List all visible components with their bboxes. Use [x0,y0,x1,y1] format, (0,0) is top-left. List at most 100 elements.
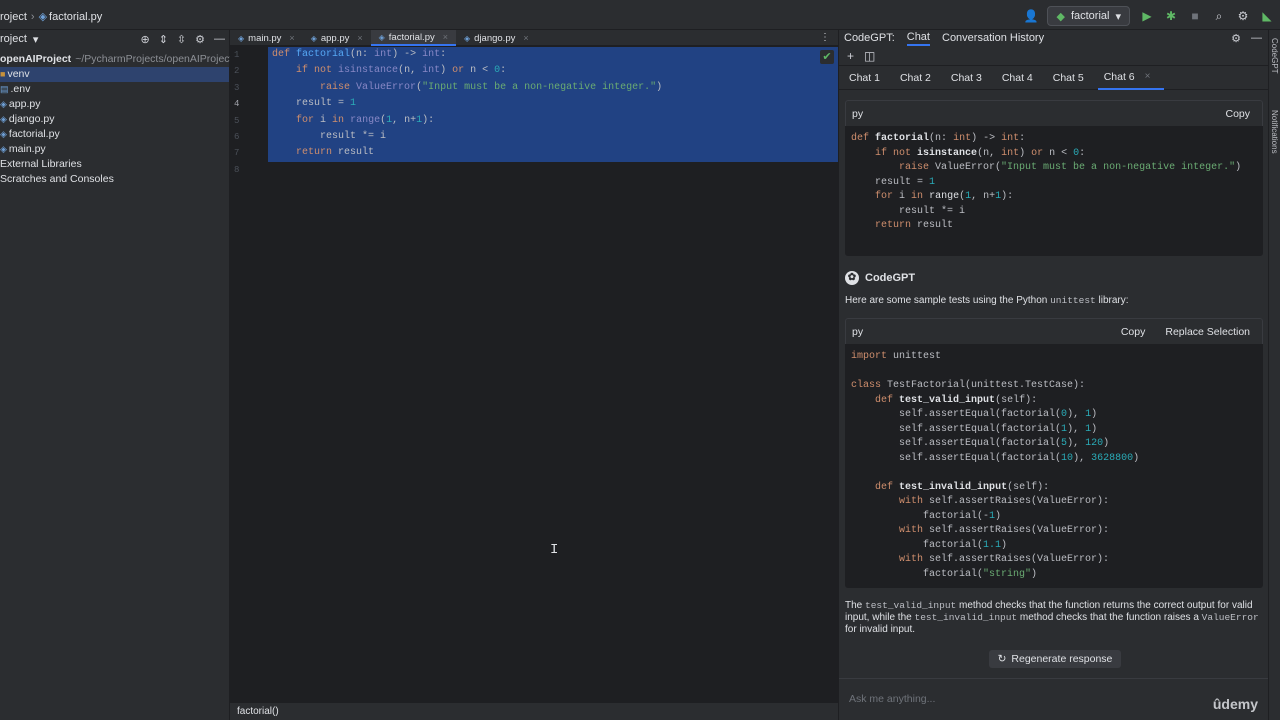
tree-item-label: django.py [8,113,55,125]
code-line: class TestFactorial(unittest.TestCase): [851,380,1086,391]
breadcrumb-project[interactable]: roject [0,11,27,23]
codegpt-toolbar: + ◫ [839,46,1268,66]
stop-icon[interactable]: ■ [1188,9,1202,23]
code-line: if not isinstance(n, int) or n < 0: [296,65,507,77]
project-tree: openAIProject ~/PycharmProjects/openAIPro… [0,52,232,187]
gear-icon[interactable]: ⚙ [1231,32,1241,45]
project-panel-title[interactable]: roject [0,33,27,45]
line-number: 5 [234,115,240,126]
search-icon[interactable]: ⌕ [1212,9,1226,24]
close-icon[interactable]: × [357,33,362,43]
breadcrumb-separator: › [30,11,35,23]
code-line: def factorial(n: int) -> int: [851,133,1026,144]
intro-text: Here are some sample tests using the Pyt… [845,295,1051,306]
tree-item-env[interactable]: ▤ .env [0,82,229,97]
codegpt-strip-button[interactable]: CodeGPT [1270,38,1279,74]
notifications-strip-button[interactable]: Notifications [1270,110,1279,154]
tree-item-project-root[interactable]: openAIProject ~/PycharmProjects/openAIPro… [0,52,232,67]
tab-main-py[interactable]: ◈ main.py × [230,30,303,46]
chat-tab-4[interactable]: Chat 4 [996,66,1047,90]
refresh-icon: ↻ [997,653,1007,665]
tab-app-py[interactable]: ◈ app.py × [303,30,371,46]
run-icon[interactable]: ▶ [1140,9,1154,23]
tree-item-main-py[interactable]: ◈ main.py [0,142,229,157]
chat-tab-3[interactable]: Chat 3 [945,66,996,90]
tree-item-django-py[interactable]: ◈ django.py [0,112,229,127]
tree-item-label: factorial.py [8,128,60,140]
tab-conversation-history[interactable]: Conversation History [942,32,1044,44]
chat-tab-label: Chat 1 [849,71,880,84]
assistant-intro-text: Here are some sample tests using the Pyt… [845,295,1265,307]
code-line: self.assertEqual(factorial(1), 1) [851,423,1098,435]
settings-icon[interactable]: ⚙ [1236,9,1250,23]
line-number: 2 [234,66,240,77]
editor-breadcrumb[interactable]: factorial() [230,702,838,720]
python-file-icon: ◈ [0,99,7,109]
close-icon[interactable]: × [289,33,294,43]
close-icon[interactable]: × [1145,65,1151,89]
text-cursor-icon: I [550,542,559,558]
inline-code: test_invalid_input [914,612,1018,623]
close-icon[interactable]: × [443,32,448,42]
codegpt-logo-icon: ✿ [845,271,859,285]
collapse-all-icon[interactable]: ⇳ [177,33,186,46]
add-icon[interactable]: + [847,49,854,63]
code-text-area[interactable]: def factorial(n: int) -> int: if not isi… [268,47,838,702]
editor-tabs: ◈ main.py × ◈ app.py × ◈ factorial.py × ◈ djang… [230,30,838,46]
line-number: 8 [234,164,240,175]
tab-factorial-py[interactable]: ◈ factorial.py × [370,30,456,46]
chat-tab-5[interactable]: Chat 5 [1047,66,1098,90]
debug-icon[interactable]: ✱ [1164,9,1178,23]
layout-icon[interactable]: ◫ [864,49,875,63]
tab-django-py[interactable]: ◈ django.py × [456,30,537,46]
tab-label: django.py [474,32,516,44]
python-file-icon: ◈ [38,11,48,23]
code-line: return result [875,220,954,231]
tree-item-app-py[interactable]: ◈ app.py [0,97,229,112]
code-line: factorial(1.1) [851,539,1008,551]
expand-all-icon[interactable]: ⇕ [159,33,168,46]
inline-code: unittest [1050,295,1096,306]
user-icon[interactable]: 👤 [1023,9,1038,23]
replace-selection-button[interactable]: Replace Selection [1159,324,1256,340]
tree-item-factorial-py[interactable]: ◈ factorial.py [0,127,229,142]
copy-button[interactable]: Copy [1219,106,1256,122]
more-options-icon[interactable]: ⋮ [820,30,838,45]
breadcrumb-file[interactable]: factorial.py [49,11,102,23]
tab-label: app.py [320,32,350,44]
chat-input[interactable]: Ask me anything... [839,678,1269,720]
right-tool-strip: CodeGPT Notifications [1268,30,1280,720]
hide-icon[interactable]: — [214,33,225,46]
outro-text: for invalid input. [845,624,916,635]
run-configuration-label: factorial [1070,10,1110,22]
toolbar-right: 👤 ◆ factorial ▾ ▶ ✱ ■ ⌕ ⚙ ◣ [1023,5,1280,27]
tree-item-external-libraries[interactable]: External Libraries [0,157,229,172]
plugin-icon[interactable]: ◣ [1260,9,1274,23]
code-line: factorial(-1) [851,510,1002,522]
line-number: 6 [234,131,240,142]
code-block-content: import unittest class TestFactorial(unit… [845,344,1263,588]
copy-button[interactable]: Copy [1115,324,1152,340]
chevron-down-icon[interactable]: ▾ [33,33,39,46]
codegpt-panel: CodeGPT: Chat Conversation History ⚙ — +… [838,30,1269,720]
chat-tab-2[interactable]: Chat 2 [894,66,945,90]
chat-tab-6[interactable]: Chat 6 × [1097,65,1165,90]
regenerate-response-button[interactable]: ↻ Regenerate response [989,650,1121,668]
tree-item-label: main.py [8,143,46,155]
hide-icon[interactable]: — [1251,32,1262,45]
code-block-content: def factorial(n: int) -> int: if not isi… [845,126,1263,240]
close-icon[interactable]: × [523,33,528,43]
run-configuration-select[interactable]: ◆ factorial ▾ [1047,6,1130,26]
checkmark-icon[interactable]: ✔ [820,50,834,64]
target-icon[interactable]: ⊕ [140,33,149,46]
assistant-code-block: py Copy Replace Selection import unittes… [845,318,1263,588]
tree-item-venv[interactable]: ■ venv [0,67,229,82]
tree-item-scratches[interactable]: Scratches and Consoles [0,172,229,187]
tab-chat[interactable]: Chat [906,31,930,46]
title-bar: roject › ◈ factorial.py 👤 ◆ factorial ▾ ▶ ✱… [0,0,1280,30]
chat-tab-1[interactable]: Chat 1 [843,66,894,90]
code-line: with self.assertRaises(ValueError): [899,525,1110,536]
user-code-block: py Copy def factorial(n: int) -> int: if… [845,100,1263,256]
tree-item-label: .env [10,83,31,95]
gear-icon[interactable]: ⚙ [195,33,205,46]
